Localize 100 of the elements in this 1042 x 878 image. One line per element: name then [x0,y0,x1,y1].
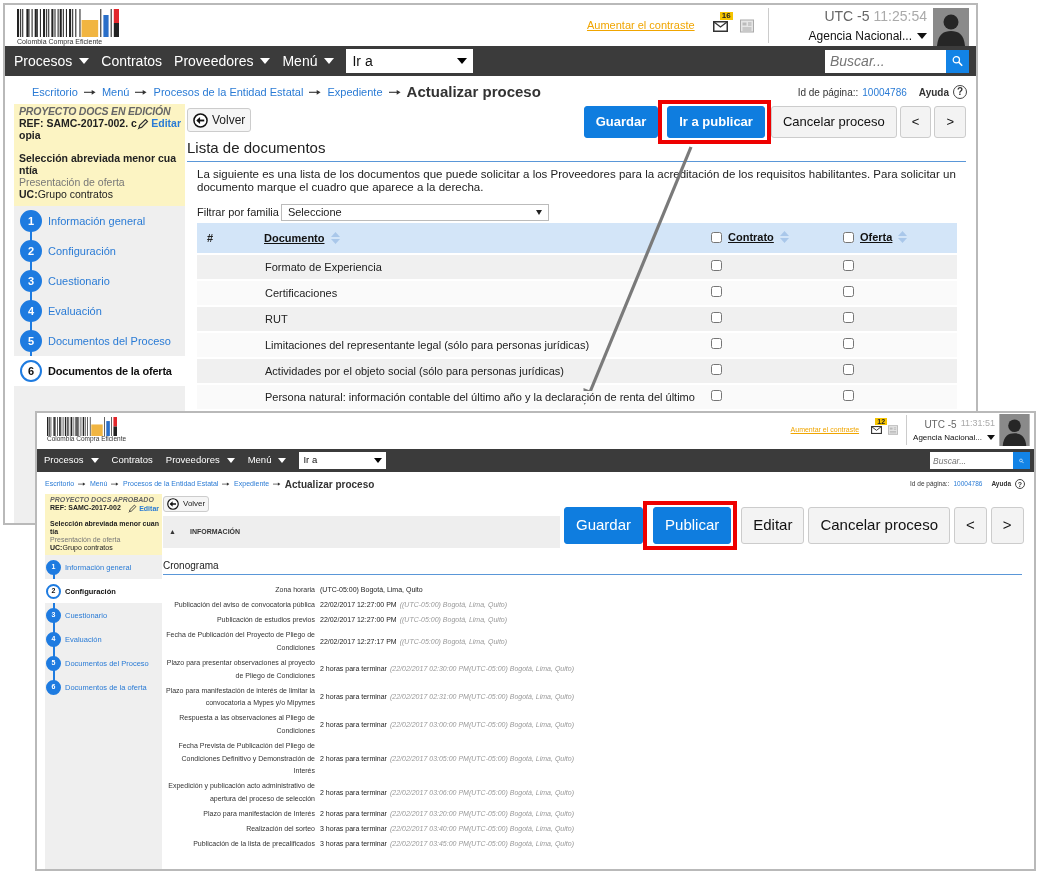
back-button[interactable]: Volver [187,108,252,133]
page-id-label: Id de página:: [797,85,859,100]
step-link[interactable]: 4 Evaluación [14,296,185,327]
search-icon [952,54,963,68]
avatar-icon [933,7,969,46]
status-text: PROYECTO DOCS EN EDICIÓN [19,106,172,118]
checkbox[interactable] [711,311,722,323]
action-button[interactable]: > [934,106,966,138]
barcode-logo-icon [47,417,117,436]
breadcrumb-link[interactable]: Menú [101,83,130,101]
back-icon [167,498,179,510]
back-button[interactable]: Volver [163,496,210,512]
arrow-icon [273,481,281,487]
table-cell: Certificaciones [264,286,339,299]
agency-dropdown[interactable]: Agencia Nacional... [808,27,927,45]
time-label: 11:25:54 [873,7,927,26]
nav-dropdown[interactable]: Proveedores [174,50,271,72]
table-cell: Actividades por el objeto social (sólo para personas jurídicas) [264,364,565,377]
breadcrumb-link[interactable]: Expediente [327,83,383,101]
time-label: 11:31:51 [960,416,995,430]
sort-icon [898,231,908,244]
edit-link[interactable]: Editar [137,117,181,130]
breadcrumb-link[interactable]: Escritorio [32,83,78,101]
nav-dropdown[interactable]: Menú [282,50,335,72]
checkbox[interactable] [843,259,854,271]
action-button[interactable]: Guardar [583,106,659,138]
pencil-icon [128,504,138,514]
notification-badge: 16 [719,11,733,20]
arrow-icon [135,88,148,96]
back-icon [193,112,208,128]
nav-dropdown[interactable]: Proveedores [165,453,235,468]
checkbox[interactable] [843,337,854,349]
arrow-icon [111,481,120,487]
timezone-label: UTC -5 [824,7,870,26]
checkbox[interactable] [711,363,722,375]
sortable-column-header[interactable]: Contrato [728,228,774,246]
checkbox[interactable] [843,311,854,323]
action-button[interactable]: Publicar [653,507,732,544]
search-button[interactable] [946,49,969,73]
goto-dropdown[interactable]: Ir a [346,49,474,73]
arrow-icon [309,88,322,96]
nav-dropdown[interactable]: Procesos [14,50,90,72]
caret-icon [374,458,383,463]
sortable-column-header[interactable]: Documento [264,229,325,247]
nav-dropdown[interactable]: Menú [247,453,287,468]
document-icon [888,425,899,435]
arrow-icon [78,481,86,487]
mail-icon [712,20,728,32]
section-title: Cronograma [163,558,1022,575]
checkbox[interactable] [711,285,722,297]
barcode-logo-icon [17,9,119,37]
reference-text: REF: SAMC-2017-002. copia [19,116,137,141]
filter-dropdown[interactable]: Seleccione [280,203,549,221]
checkbox[interactable] [843,389,854,401]
checkbox[interactable] [711,337,722,349]
column-header: # [207,231,214,244]
caret-icon [457,58,468,64]
nav-dropdown[interactable]: Procesos [44,453,99,468]
checkbox[interactable] [711,259,722,271]
nav-link[interactable]: Contratos [111,453,153,468]
page-id-link[interactable]: 10004786 [862,84,907,100]
step-link[interactable]: 6 Documentos de la oferta [14,356,185,387]
table-cell: Formato de Experiencia [264,260,383,273]
step-link[interactable]: 2 Configuración [14,236,185,267]
action-button[interactable]: Cancelar proceso [808,507,950,544]
search-field[interactable]: Buscar... [930,452,1013,469]
search-field[interactable]: Buscar... [825,49,946,73]
document-icon [739,18,754,33]
action-button[interactable]: Ir a publicar [667,106,765,138]
checkbox[interactable] [843,231,854,243]
action-button[interactable]: > [990,507,1024,544]
goto-dropdown[interactable]: Ir a [299,452,387,469]
action-button[interactable]: Cancelar proceso [770,106,897,138]
action-button[interactable]: Editar [741,507,805,544]
checkbox[interactable] [843,285,854,297]
step-link[interactable]: 3 Cuestionario [14,266,185,297]
modality-text: Selección abreviada menor cuantía [19,153,177,177]
section-title: Lista de documentos [187,137,966,162]
table-cell: Limitaciones del representante legal (sólo para personas jurídicas) [264,338,591,351]
timezone-label: UTC -5 [924,417,957,432]
action-button[interactable]: Guardar [564,507,644,544]
table-cell: Persona natural: información contable del último año y la declaración de renta del último [264,390,696,403]
page-title: Actualizar proceso [284,477,375,492]
filter-label: Filtrar por familia [197,205,279,221]
mail-icon [871,425,883,434]
checkbox[interactable] [843,363,854,375]
arrow-icon [222,481,231,487]
nav-link[interactable]: Contratos [101,50,163,72]
sortable-column-header[interactable]: Oferta [860,228,893,246]
step-link[interactable]: 1 Información general [14,206,185,237]
avatar-icon [999,414,1030,446]
breadcrumb-link[interactable]: Procesos de la Entidad Estatal [153,83,304,101]
action-button[interactable]: < [954,507,987,544]
help-link[interactable]: Ayuda [918,84,949,100]
checkbox[interactable] [711,231,722,243]
action-button[interactable]: < [899,106,932,138]
checkbox[interactable] [711,389,722,401]
step-link[interactable]: 5 Documentos del Proceso [14,326,185,357]
unit-text: UC:Grupo contratos [19,188,114,201]
page-title: Actualizar proceso [406,81,541,102]
